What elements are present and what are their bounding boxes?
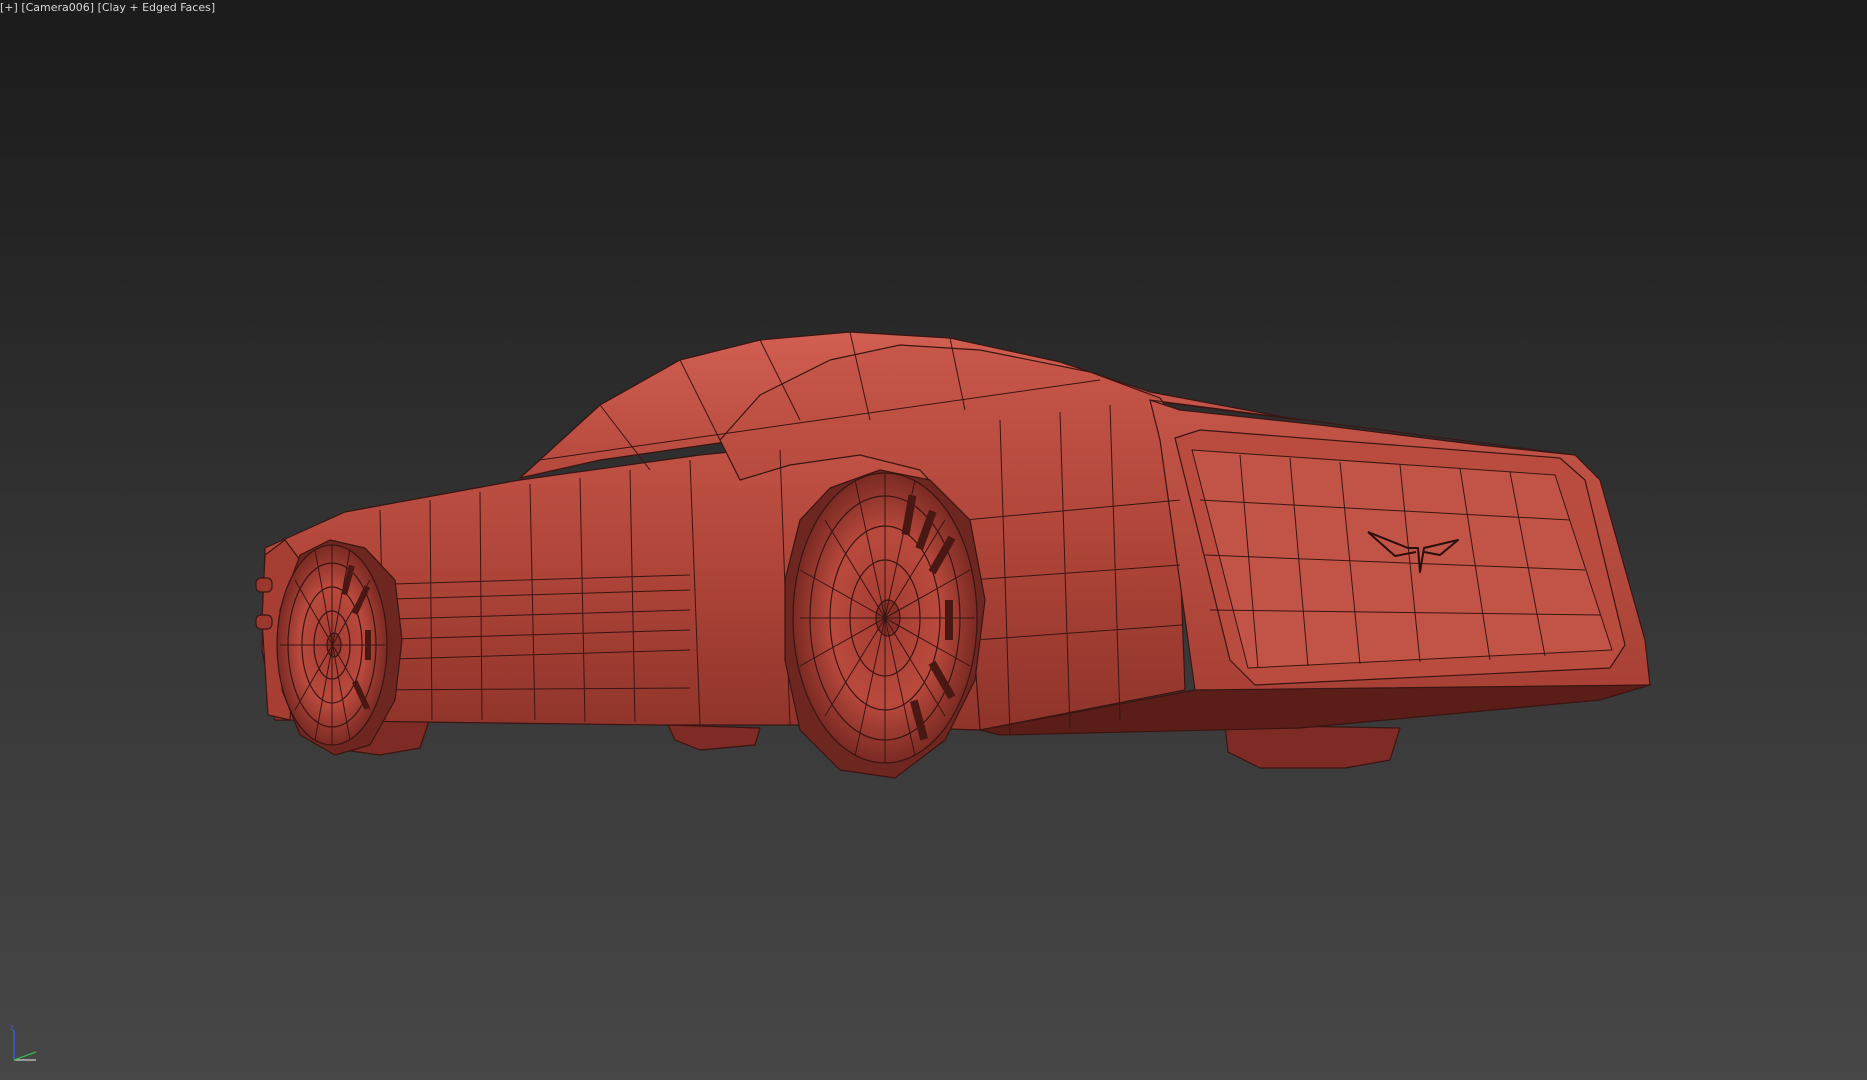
rear-wheel [784,469,986,779]
svg-text:z: z [10,1023,14,1032]
car-model[interactable] [255,331,1651,779]
rear-left-tyre-bottom [1224,724,1401,769]
view-axis-gizmo-icon: z [10,1023,37,1061]
viewport-canvas[interactable]: z [0,0,1867,1080]
front-right-tyre-bottom [667,724,761,751]
front-light-lower [255,614,273,630]
front-light-upper [255,577,273,593]
